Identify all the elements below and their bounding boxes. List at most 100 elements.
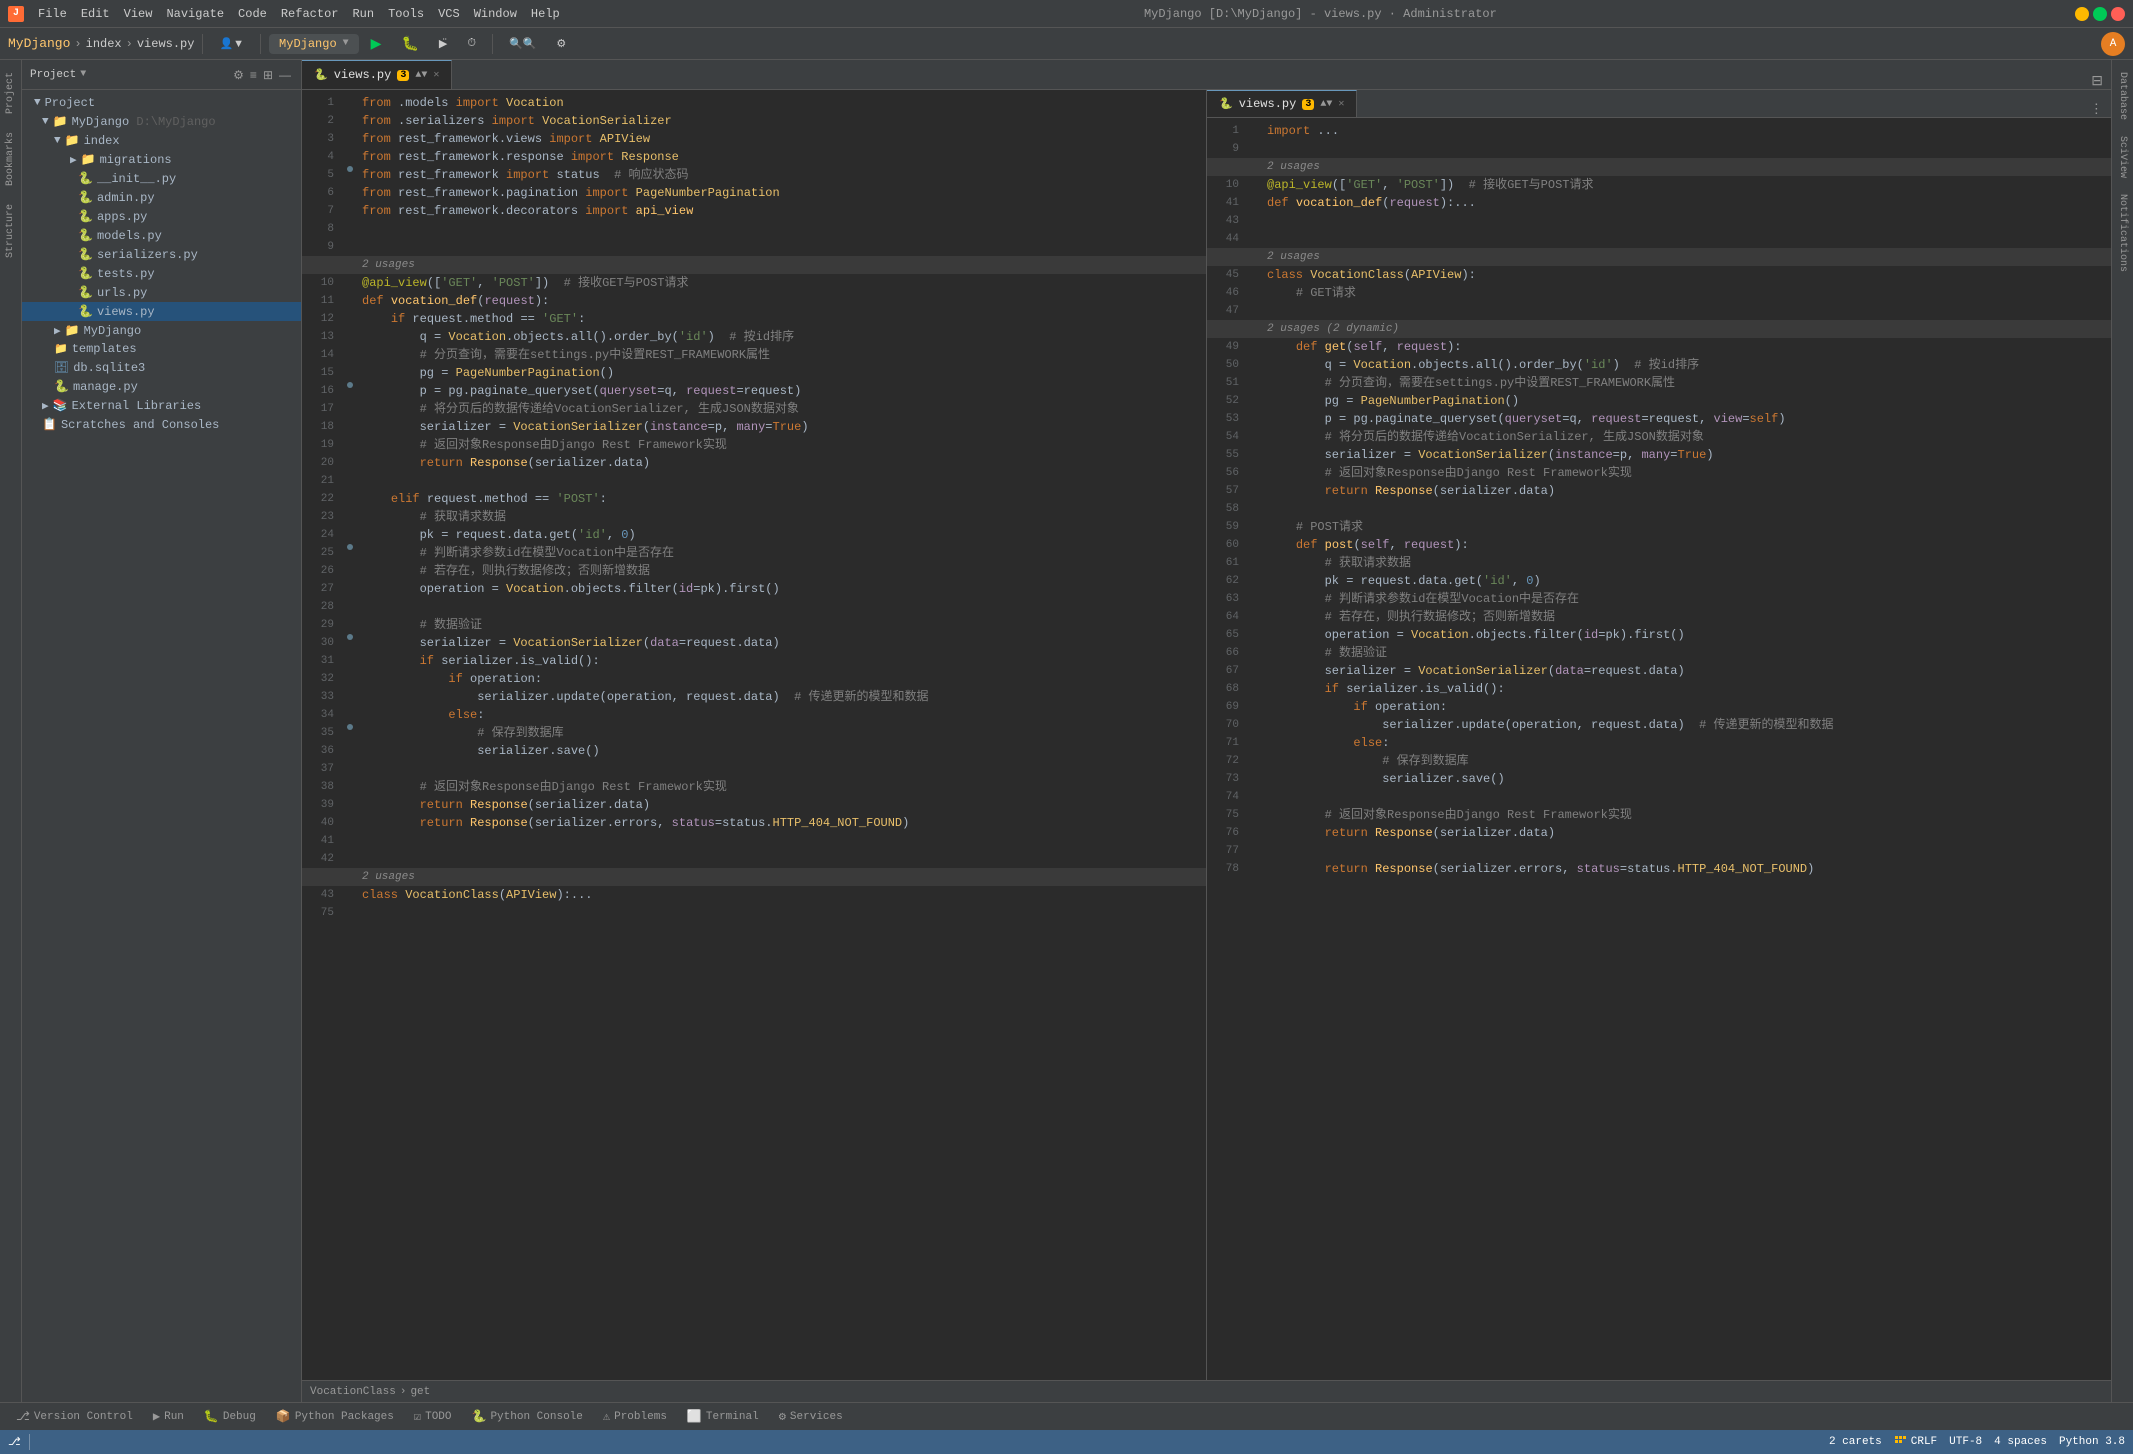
menu-file[interactable]: File [32,5,73,23]
editor-tab-left-views[interactable]: 🐍 views.py 3 ▲▼ ✕ [302,60,452,89]
tree-project[interactable]: ▼ Project [22,94,301,112]
settings-btn[interactable]: ⚙ [548,34,574,53]
manage-py-icon: 🐍 [54,379,69,394]
code-line-19: 19 # 返回对象Response由Django Rest Framework实… [302,436,1206,454]
profile-run-btn[interactable]: ⏱ [459,34,484,53]
database-tab[interactable]: Database [2113,64,2132,128]
breadcrumb-sep: › [400,1386,407,1398]
right-line-58: 58 [1207,500,2111,518]
maximize-btn[interactable] [2093,7,2107,21]
tree-tests-py[interactable]: 🐍 tests.py [22,264,301,283]
carets-status[interactable]: 2 carets [1829,1436,1882,1448]
menu-window[interactable]: Window [468,5,523,23]
index-label: index [86,37,122,51]
menu-help[interactable]: Help [525,5,566,23]
tree-external-libs[interactable]: ▶ 📚 External Libraries [22,396,301,415]
right-line-45: 45 class VocationClass(APIView): [1207,266,2111,284]
menu-tools[interactable]: Tools [382,5,430,23]
menu-refactor[interactable]: Refactor [275,5,345,23]
bookmarks-side-tab[interactable]: Bookmarks [1,124,20,194]
tree-init-py[interactable]: 🐍 __init__.py [22,169,301,188]
version-control-tab[interactable]: ⎇ Version Control [8,1405,141,1428]
tree-migrations[interactable]: ▶ 📁 migrations [22,150,301,169]
right-line-66: 66 # 数据验证 [1207,644,2111,662]
debug-btn[interactable]: 🐛 [393,32,426,55]
panel-title-label: Project [30,69,76,81]
encoding-label: UTF-8 [1949,1436,1982,1448]
run-config-selector[interactable]: MyDjango ▼ [269,34,359,54]
tree-views-py[interactable]: 🐍 views.py [22,302,301,321]
menu-code[interactable]: Code [232,5,273,23]
left-tab-close[interactable]: ✕ [433,69,439,81]
services-tab[interactable]: ⚙ Services [771,1405,851,1428]
tree-db-sqlite[interactable]: 🗄 db.sqlite3 [22,358,301,377]
terminal-tab[interactable]: ⬜ Terminal [679,1405,767,1428]
profile-btn[interactable]: 👤▼ [211,34,252,53]
tree-mydjango-root[interactable]: ▼ 📁 MyDjango D:\MyDjango [22,112,301,131]
search-everywhere-btn[interactable]: 🔍🔍 [501,34,544,53]
indent-status[interactable]: 4 spaces [1994,1436,2047,1448]
coverage-btn[interactable]: ▶̈ [431,34,455,53]
right-pane-options-btn[interactable]: ⋮ [2090,101,2103,117]
file-label: views.py [137,37,195,51]
user-avatar[interactable]: A [2101,32,2125,56]
minimize-btn[interactable] [2075,7,2089,21]
project-side-tab[interactable]: Project [1,64,20,122]
todo-tab[interactable]: ☑ TODO [406,1405,460,1428]
structure-side-tab[interactable]: Structure [1,196,20,266]
tests-py-icon: 🐍 [78,266,93,281]
problems-label: Problems [614,1411,667,1423]
encoding-status[interactable]: CRLF [1894,1435,1937,1449]
tree-apps-py[interactable]: 🐍 apps.py [22,207,301,226]
panel-expand-btn[interactable]: ⊞ [261,66,275,84]
code-line-43: 43 class VocationClass(APIView):... [302,886,1206,904]
project-panel: Project ▼ ⚙ ≡ ⊞ — ▼ Project ▼ 📁 MyD [22,60,302,1402]
problems-icon: ⚠ [603,1409,610,1424]
right-line-61: 61 # 获取请求数据 [1207,554,2111,572]
run-tab[interactable]: ▶ Run [145,1405,192,1428]
right-code-area[interactable]: 1 import ... 9 2 usages [1207,118,2111,1380]
tree-templates[interactable]: 📁 templates [22,340,301,358]
tree-serializers-py[interactable]: 🐍 serializers.py [22,245,301,264]
tree-models-py[interactable]: 🐍 models.py [22,226,301,245]
split-editor-btn[interactable]: ⊟ [2091,72,2103,89]
notifications-tab[interactable]: Notifications [2113,186,2132,280]
right-tab-views[interactable]: 🐍 views.py 3 ▲▼ ✕ [1207,90,1357,117]
menu-vcs[interactable]: VCS [432,5,466,23]
problems-tab[interactable]: ⚠ Problems [595,1405,675,1428]
right-line-53: 53 p = pg.paginate_queryset(queryset=q, … [1207,410,2111,428]
status-right: 2 carets CRLF UTF-8 4 spaces Python 3.8 [1829,1435,2125,1449]
python-packages-tab[interactable]: 📦 Python Packages [268,1405,402,1428]
tree-manage-py[interactable]: 🐍 manage.py [22,377,301,396]
panel-settings-btn[interactable]: ⚙ [231,66,246,84]
panel-hide-btn[interactable]: — [277,66,293,84]
menu-run[interactable]: Run [346,5,380,23]
sciview-tab[interactable]: SciView [2113,128,2132,186]
close-btn[interactable] [2111,7,2125,21]
debug-tab[interactable]: 🐛 Debug [196,1405,264,1428]
tree-mydjango-sub[interactable]: ▶ 📁 MyDjango [22,321,301,340]
python-console-tab[interactable]: 🐍 Python Console [464,1405,591,1428]
tree-scratches[interactable]: 📋 Scratches and Consoles [22,415,301,434]
left-code-area[interactable]: 1 from .models import Vocation 2 from .s… [302,90,1206,1380]
menu-edit[interactable]: Edit [75,5,116,23]
breadcrumb-item-1[interactable]: VocationClass [310,1386,396,1398]
code-line-28: 28 [302,598,1206,616]
menu-view[interactable]: View [118,5,159,23]
code-line-10: 10 @api_view(['GET', 'POST']) # 接收GET与PO… [302,274,1206,292]
panel-sort-btn[interactable]: ≡ [248,66,259,84]
right-tab-close[interactable]: ✕ [1338,98,1344,110]
content-area: Project Bookmarks Structure Project ▼ ⚙ … [0,60,2133,1402]
tree-admin-py[interactable]: 🐍 admin.py [22,188,301,207]
tree-index[interactable]: ▼ 📁 index [22,131,301,150]
panel-dropdown[interactable]: ▼ [80,69,86,80]
python-version-status[interactable]: Python 3.8 [2059,1436,2125,1448]
breadcrumb-item-2[interactable]: get [410,1386,430,1398]
run-btn[interactable]: ▶ [363,32,390,55]
utf8-status[interactable]: UTF-8 [1949,1436,1982,1448]
todo-label: TODO [425,1411,451,1423]
tree-urls-py[interactable]: 🐍 urls.py [22,283,301,302]
git-status[interactable]: ⎇ [8,1435,21,1449]
code-line-6: 6 from rest_framework.pagination import … [302,184,1206,202]
menu-navigate[interactable]: Navigate [160,5,230,23]
